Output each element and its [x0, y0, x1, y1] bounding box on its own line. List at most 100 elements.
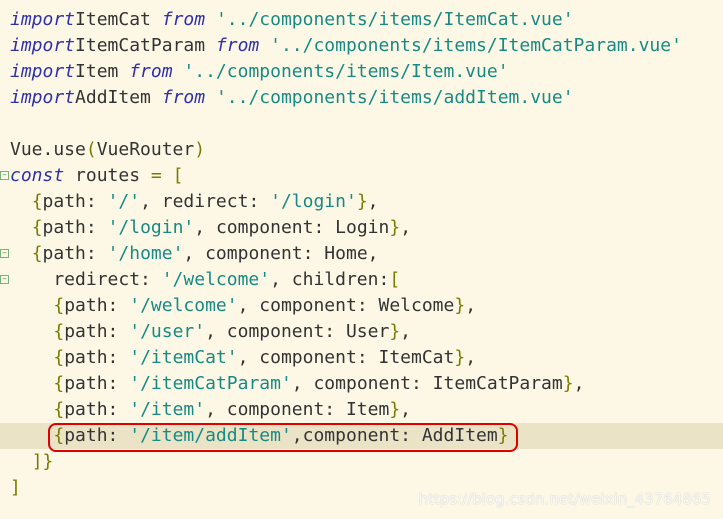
code-token: '/itemCatParam' — [129, 373, 292, 394]
code-line[interactable]: {path: '/itemCat', component: ItemCat}, — [0, 345, 723, 371]
code-token: { — [53, 373, 65, 394]
code-line[interactable]: − redirect: '/welcome', children:[ — [0, 267, 723, 293]
code-line[interactable]: {path: '/', redirect: '/login'}, — [0, 189, 723, 215]
code-token: , component: Home, — [183, 243, 379, 264]
code-token: path: — [64, 399, 130, 420]
code-token: import — [10, 87, 76, 108]
code-token: } — [454, 347, 466, 368]
code-token: , — [465, 347, 477, 368]
code-line[interactable]: {path: '/user', component: User}, — [0, 319, 723, 345]
code-line[interactable]: Vue.use(VueRouter) — [0, 137, 723, 163]
code-token: AddItem — [75, 87, 162, 108]
fold-toggle-icon[interactable]: − — [0, 249, 9, 258]
code-token: { — [53, 321, 65, 342]
code-token: '/' — [107, 191, 141, 212]
code-token: '../components/items/Item.vue' — [183, 61, 509, 82]
code-token: , redirect: — [140, 191, 271, 212]
code-line[interactable]: − const routes = [ — [0, 163, 723, 189]
code-token: '/itemCat' — [129, 347, 238, 368]
code-token: { — [31, 243, 43, 264]
code-token: '/login' — [270, 191, 357, 212]
code-token: [ — [172, 165, 184, 186]
code-line[interactable]: importItemCat from '../components/items/… — [0, 7, 723, 33]
code-token: path: — [64, 347, 130, 368]
code-token: redirect: — [10, 269, 162, 290]
code-token: path: — [42, 243, 108, 264]
code-line[interactable]: importItemCatParam from '../components/i… — [0, 33, 723, 59]
code-line[interactable]: importAddItem from '../components/items/… — [0, 85, 723, 111]
code-token: '/home' — [107, 243, 184, 264]
code-line[interactable] — [0, 111, 723, 137]
code-line[interactable]: {path: '/welcome', component: Welcome}, — [0, 293, 723, 319]
code-token: , component: ItemCat — [237, 347, 455, 368]
code-line[interactable]: importItem from '../components/items/Ite… — [0, 59, 723, 85]
code-token: ( — [85, 139, 97, 160]
code-token: , children: — [270, 269, 390, 290]
code-token: { — [53, 399, 65, 420]
code-line[interactable]: {path: '/login', component: Login}, — [0, 215, 723, 241]
code-token: , — [573, 373, 585, 394]
code-token: ItemCatParam — [75, 35, 216, 56]
code-token: const — [10, 165, 65, 186]
code-line[interactable]: {path: '/item', component: Item}, — [0, 397, 723, 423]
code-token: '/login' — [107, 217, 195, 238]
code-token: } — [389, 321, 401, 342]
code-token: [ — [389, 269, 401, 290]
code-token: path: — [64, 321, 130, 342]
highlight-annotation-box — [48, 423, 518, 452]
code-token: import — [10, 35, 76, 56]
code-token: from — [161, 87, 206, 108]
fold-toggle-icon[interactable]: − — [0, 171, 9, 180]
fold-toggle-icon[interactable]: − — [0, 275, 9, 284]
code-token: } — [356, 191, 368, 212]
code-token: import — [10, 9, 76, 30]
code-token: { — [53, 347, 65, 368]
code-token: VueRouter — [96, 139, 195, 160]
code-token: } — [389, 217, 401, 238]
code-token: '../components/items/addItem.vue' — [215, 87, 574, 108]
code-token: path: — [42, 191, 108, 212]
code-token: { — [53, 295, 65, 316]
code-token: path: — [64, 295, 130, 316]
watermark: https://blog.csdn.net/weixin_43764865 — [418, 490, 711, 508]
code-token: ItemCat — [75, 9, 162, 30]
code-token: } — [389, 399, 401, 420]
code-token: , — [465, 295, 477, 316]
code-token: from — [129, 61, 173, 82]
code-token: '/item' — [129, 399, 206, 420]
code-token: from — [161, 9, 206, 30]
code-token: '/welcome' — [161, 269, 271, 290]
code-token: '/user' — [129, 321, 206, 342]
code-line[interactable]: − {path: '/home', component: Home, — [0, 241, 723, 267]
code-token: , component: User — [205, 321, 390, 342]
code-token: , component: Login — [194, 217, 390, 238]
code-token: } — [562, 373, 574, 394]
code-token: , component: ItemCatParam — [291, 373, 563, 394]
code-token: = — [150, 165, 162, 186]
code-token: import — [10, 61, 76, 82]
code-token: , — [367, 191, 379, 212]
code-token: , — [400, 217, 412, 238]
code-token: ] — [10, 477, 21, 498]
code-token: from — [215, 35, 260, 56]
code-token: { — [31, 191, 43, 212]
code-token: Item — [75, 61, 130, 82]
code-token: path: — [64, 373, 130, 394]
code-line[interactable]: ]} — [0, 449, 723, 475]
code-token: '../components/items/ItemCat.vue' — [215, 9, 574, 30]
code-token: ]} — [31, 451, 54, 472]
code-line[interactable]: {path: '/itemCatParam', component: ItemC… — [0, 371, 723, 397]
